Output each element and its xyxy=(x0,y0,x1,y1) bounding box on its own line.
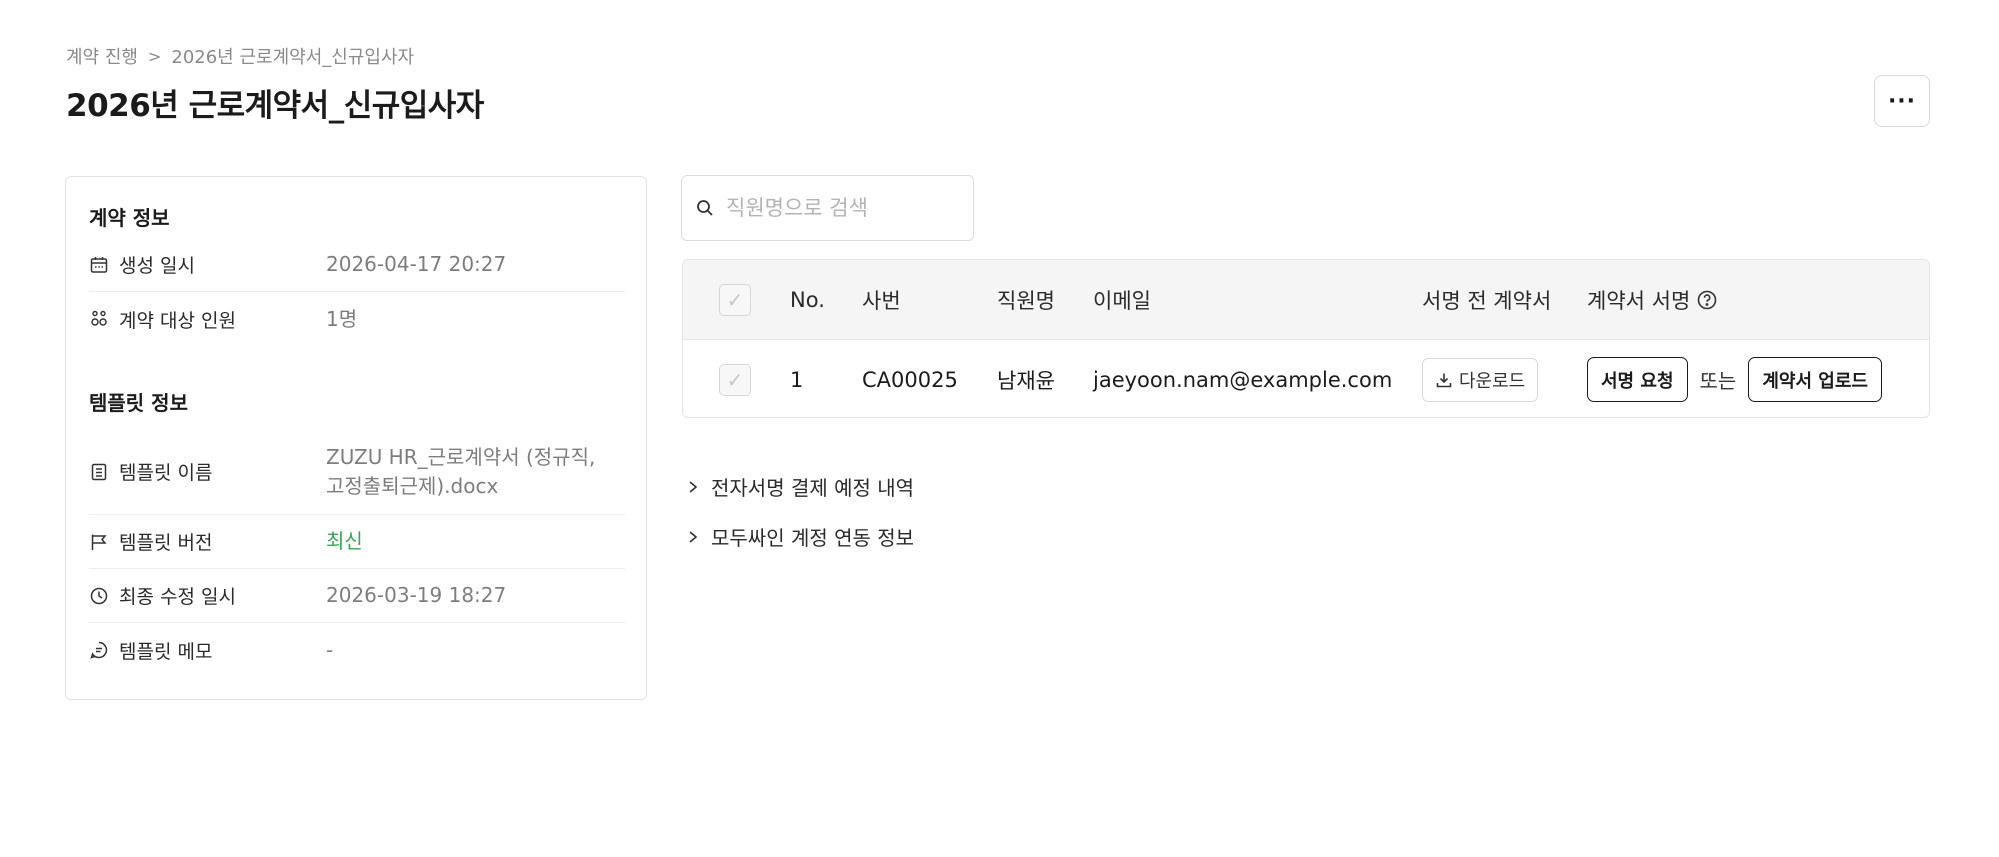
memo-value: - xyxy=(326,637,334,662)
template-name-label: 템플릿 이름 xyxy=(119,462,213,484)
template-version-value: 최신 xyxy=(326,529,363,553)
modified-row: 최종 수정 일시 2026-03-19 18:27 xyxy=(89,569,625,623)
payment-expander[interactable]: 전자서명 결제 예정 내역 xyxy=(687,472,914,501)
employee-table: ✓ No. 사번 직원명 이메일 서명 전 계약서 계약서 서명 ✓ 1 CA0… xyxy=(682,259,1930,418)
search-box xyxy=(681,175,974,241)
row-no: 1 xyxy=(790,367,804,392)
created-value: 2026-04-17 20:27 xyxy=(326,252,507,276)
header-name: 직원명 xyxy=(997,288,1055,313)
search-input[interactable] xyxy=(724,195,958,221)
targets-value: 1명 xyxy=(326,306,358,331)
template-version-row: 템플릿 버전 최신 xyxy=(89,515,625,569)
search-icon xyxy=(697,200,713,216)
breadcrumb-current: 2026년 근로계약서_신규입사자 xyxy=(171,47,415,68)
clock-icon xyxy=(90,587,108,604)
help-icon[interactable] xyxy=(1696,289,1718,311)
modified-value: 2026-03-19 18:27 xyxy=(326,583,507,607)
modified-label: 최종 수정 일시 xyxy=(119,586,236,608)
targets-row: 계약 대상 인원 1명 xyxy=(89,292,625,346)
contract-info-title: 계약 정보 xyxy=(89,206,170,230)
created-row: 생성 일시 2026-04-17 20:27 xyxy=(89,238,625,292)
header-no: No. xyxy=(790,287,825,312)
table-header: ✓ No. 사번 직원명 이메일 서명 전 계약서 계약서 서명 xyxy=(683,260,1929,340)
info-card: 계약 정보 생성 일시 2026-04-17 20:27 계약 대상 인원 1명… xyxy=(65,176,647,700)
memo-label: 템플릿 메모 xyxy=(119,640,213,663)
page-title: 2026년 근로계약서_신규입사자 xyxy=(66,88,484,124)
upload-contract-button[interactable]: 계약서 업로드 xyxy=(1748,357,1882,402)
row-name: 남재윤 xyxy=(997,368,1055,393)
memo-icon xyxy=(90,641,108,659)
or-text: 또는 xyxy=(1699,369,1737,393)
document-icon xyxy=(91,463,107,480)
created-label: 생성 일시 xyxy=(119,255,195,277)
header-emp-id: 사번 xyxy=(862,288,901,313)
template-name-value: ZUZU HR_근로계약서 (정규직, 고정출퇴근제).docx xyxy=(326,444,596,498)
memo-row: 템플릿 메모 - xyxy=(89,623,625,677)
targets-label: 계약 대상 인원 xyxy=(119,309,236,332)
row-email: jaeyoon.nam@example.com xyxy=(1093,367,1393,392)
breadcrumb: 계약 진행 > 2026년 근로계약서_신규입사자 xyxy=(66,43,414,69)
flag-icon xyxy=(91,534,107,550)
chevron-right-icon xyxy=(689,530,698,543)
download-icon xyxy=(1436,373,1452,387)
calendar-icon xyxy=(90,256,108,273)
template-name-row: 템플릿 이름 ZUZU HR_근로계약서 (정규직, 고정출퇴근제).docx xyxy=(89,429,625,515)
chevron-right-icon xyxy=(689,480,698,493)
header-email: 이메일 xyxy=(1093,288,1151,313)
header-pre-sign: 서명 전 계약서 xyxy=(1422,288,1552,313)
row-checkbox[interactable]: ✓ xyxy=(719,363,751,396)
download-button[interactable]: 다운로드 xyxy=(1422,357,1539,402)
more-options-button[interactable]: ··· xyxy=(1874,75,1930,127)
select-all-checkbox[interactable]: ✓ xyxy=(719,283,751,316)
template-version-label: 템플릿 버전 xyxy=(119,532,213,554)
users-icon xyxy=(91,310,107,326)
request-signature-button[interactable]: 서명 요청 xyxy=(1587,357,1688,402)
template-info-title: 템플릿 정보 xyxy=(89,391,188,415)
breadcrumb-separator: > xyxy=(147,46,162,66)
table-row: ✓ 1 CA00025 남재윤 jaeyoon.nam@example.com … xyxy=(683,340,1929,417)
header-sign: 계약서 서명 xyxy=(1587,260,1718,339)
row-emp-id: CA00025 xyxy=(862,367,958,392)
breadcrumb-parent[interactable]: 계약 진행 xyxy=(66,43,138,69)
modusign-expander[interactable]: 모두싸인 계정 연동 정보 xyxy=(687,522,914,551)
